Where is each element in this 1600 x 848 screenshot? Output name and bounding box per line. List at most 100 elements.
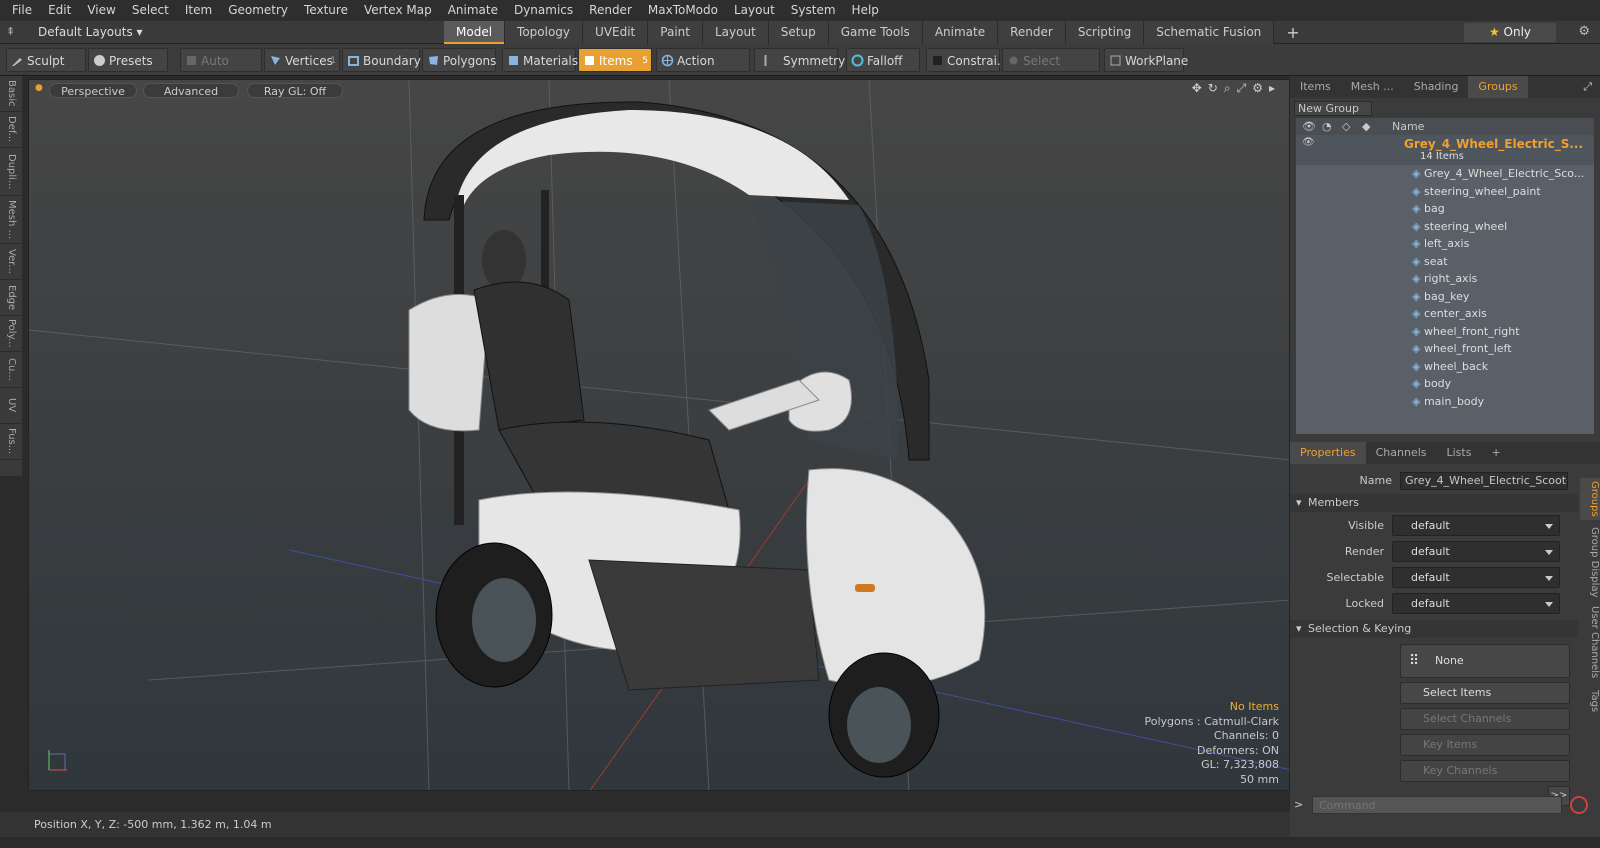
tab-model[interactable]: Model	[444, 21, 506, 44]
tab-groups[interactable]: Groups	[1468, 76, 1528, 98]
falloff-button[interactable]: Falloff	[846, 48, 920, 72]
auto-select-button[interactable]: Auto Select	[180, 48, 262, 92]
tab-render[interactable]: Render	[998, 21, 1066, 44]
tab-schematic-fusion[interactable]: Schematic Fusion	[1144, 21, 1275, 44]
menu-render[interactable]: Render	[581, 0, 640, 21]
menu-file[interactable]: File	[4, 0, 40, 21]
tab-shading[interactable]: Shading	[1404, 76, 1469, 98]
selectable-select[interactable]: default	[1392, 567, 1560, 588]
left-tab-polygon[interactable]: Poly...	[0, 316, 22, 352]
menu-layout[interactable]: Layout	[726, 0, 783, 21]
layout-selector[interactable]: Default Layouts ▾	[38, 24, 143, 41]
key-channels-button[interactable]: Key Channels	[1400, 760, 1570, 782]
none-button[interactable]: ⠿ None	[1400, 644, 1570, 678]
layout-menu-icon[interactable]: ⇞	[6, 25, 15, 38]
side-tab-user-channels[interactable]: User Channels	[1580, 604, 1600, 680]
workplane-button[interactable]: WorkPlane	[1104, 48, 1188, 72]
visible-select[interactable]: default	[1392, 515, 1560, 536]
list-item[interactable]: ◈ bag_key	[1412, 288, 1594, 306]
left-tab-uv[interactable]: UV	[0, 388, 22, 424]
items-button[interactable]: Items 5	[578, 48, 652, 72]
menu-view[interactable]: View	[79, 0, 123, 21]
menu-maxtomodo[interactable]: MaxToModo	[640, 0, 726, 21]
presets-button[interactable]: Presets	[88, 48, 168, 72]
list-item[interactable]: ◈ left_axis	[1412, 235, 1594, 253]
list-item[interactable]: ◈ seat	[1412, 253, 1594, 271]
materials-button[interactable]: Materials	[502, 48, 578, 72]
add-panel-tab-button[interactable]: +	[1481, 442, 1510, 464]
select-items-button[interactable]: Select Items	[1400, 682, 1570, 704]
list-item[interactable]: ◈ center_axis	[1412, 305, 1594, 323]
tab-topology[interactable]: Topology	[505, 21, 584, 44]
gear-icon[interactable]: ⚙	[1578, 24, 1590, 39]
action-center-button[interactable]: Action Center	[656, 48, 750, 92]
list-item[interactable]: ◈ Grey_4_Wheel_Electric_Sco...	[1412, 165, 1594, 183]
menu-texture[interactable]: Texture	[296, 0, 356, 21]
record-icon[interactable]	[1570, 796, 1588, 814]
left-tab-duplicate[interactable]: Dupli...	[0, 148, 22, 196]
locked-select[interactable]: default	[1392, 593, 1560, 614]
list-item[interactable]: ◈ right_axis	[1412, 270, 1594, 288]
tab-layout[interactable]: Layout	[702, 21, 769, 44]
tab-setup[interactable]: Setup	[768, 21, 829, 44]
side-tab-groups[interactable]: Groups	[1580, 478, 1600, 520]
menu-geometry[interactable]: Geometry	[220, 0, 296, 21]
select-through-button[interactable]: Select Through	[1002, 48, 1100, 92]
tab-lists[interactable]: Lists	[1437, 442, 1482, 464]
left-tab-edge[interactable]: Edge	[0, 280, 22, 316]
tab-paint[interactable]: Paint	[648, 21, 703, 44]
selection-keying-section[interactable]: ▾ Selection & Keying	[1290, 620, 1578, 638]
menu-help[interactable]: Help	[844, 0, 887, 21]
left-tab-vertex[interactable]: Ver...	[0, 244, 22, 280]
side-tab-group-display[interactable]: Group Display	[1580, 526, 1600, 598]
only-button[interactable]: ★ Only	[1464, 23, 1556, 42]
command-input[interactable]	[1312, 796, 1562, 814]
boundary-button[interactable]: Boundary	[342, 48, 421, 72]
side-tab-tags[interactable]: Tags	[1580, 686, 1600, 716]
tab-game-tools[interactable]: Game Tools	[828, 21, 923, 44]
list-item[interactable]: ◈ bag	[1412, 200, 1594, 218]
members-section[interactable]: ▾ Members	[1290, 494, 1578, 512]
render-select[interactable]: default	[1392, 541, 1560, 562]
tab-items[interactable]: Items	[1290, 76, 1341, 98]
list-item[interactable]: ◈ wheel_front_right	[1412, 323, 1594, 341]
tab-uvedit[interactable]: UVEdit	[583, 21, 649, 44]
menu-system[interactable]: System	[783, 0, 844, 21]
list-item[interactable]: ◈ steering_wheel	[1412, 218, 1594, 236]
key-items-button[interactable]: Key Items	[1400, 734, 1570, 756]
tab-properties[interactable]: Properties	[1290, 442, 1366, 464]
menu-animate[interactable]: Animate	[440, 0, 506, 21]
tab-channels[interactable]: Channels	[1366, 442, 1437, 464]
tab-animate[interactable]: Animate	[922, 21, 999, 44]
left-tab-curve[interactable]: Cu...	[0, 352, 22, 388]
list-item[interactable]: ◈ main_body	[1412, 393, 1594, 411]
menu-item[interactable]: Item	[177, 0, 220, 21]
list-item[interactable]: ◈ wheel_back	[1412, 358, 1594, 376]
name-input[interactable]: Grey_4_Wheel_Electric_Scooter_	[1400, 471, 1568, 490]
menu-dynamics[interactable]: Dynamics	[506, 0, 581, 21]
menu-edit[interactable]: Edit	[40, 0, 79, 21]
tab-scripting[interactable]: Scripting	[1065, 21, 1145, 44]
group-visibility-icon[interactable]: 👁	[1302, 137, 1315, 148]
left-tab-fusion[interactable]: Fus...	[0, 424, 22, 460]
add-tab-button[interactable]: +	[1274, 21, 1311, 44]
left-tab-basic[interactable]: Basic	[0, 76, 22, 112]
list-item[interactable]: ◈ steering_wheel_paint	[1412, 183, 1594, 201]
menu-select[interactable]: Select	[124, 0, 177, 21]
group-row[interactable]: 👁 Grey_4_Wheel_Electric_S... 14 Items	[1296, 135, 1594, 165]
polygons-button[interactable]: Polygons	[422, 48, 496, 72]
list-item[interactable]: ◈ wheel_front_left	[1412, 340, 1594, 358]
left-tab-mesh[interactable]: Mesh ...	[0, 196, 22, 244]
select-channels-button[interactable]: Select Channels	[1400, 708, 1570, 730]
symmetry-button[interactable]: Symmetry	[754, 48, 845, 72]
tab-mesh[interactable]: Mesh ...	[1341, 76, 1404, 98]
menu-vertex-map[interactable]: Vertex Map	[356, 0, 440, 21]
list-item[interactable]: ◈ body	[1412, 375, 1594, 393]
sculpt-button[interactable]: Sculpt	[6, 48, 86, 72]
vertices-button[interactable]: Vertices 1	[264, 48, 340, 72]
expand-panel-icon[interactable]: ⤢	[1575, 76, 1600, 98]
new-group-button[interactable]: New Group	[1294, 101, 1372, 116]
constraints-button[interactable]: Constrai...	[926, 48, 1008, 72]
left-tab-deform[interactable]: Def...	[0, 112, 22, 148]
3d-viewport[interactable]: ● Perspective Advanced Ray GL: Off ✥ ↻ ⌕…	[28, 79, 1290, 791]
